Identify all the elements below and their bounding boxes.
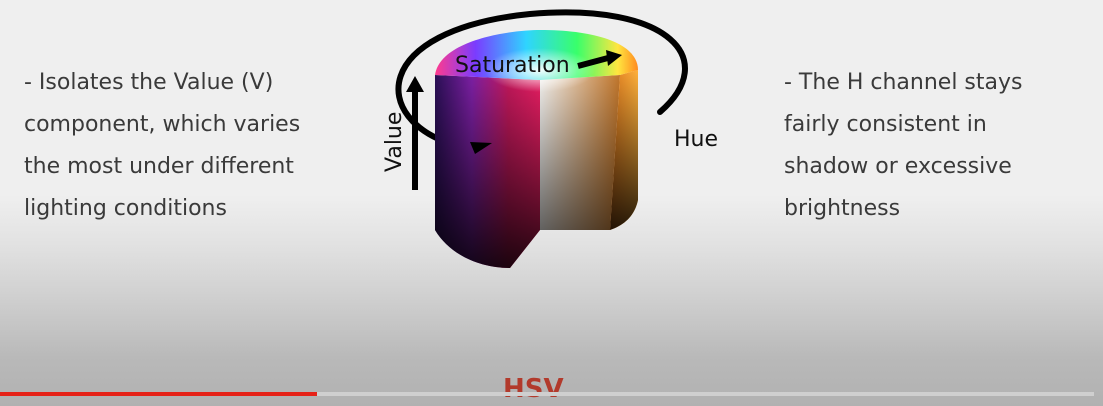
slide: - Isolates the Value (V) component, whic…: [0, 0, 1103, 406]
hsv-cylinder-diagram: Saturation Hue Value: [382, 9, 718, 268]
right-text-line: - The H channel stays: [784, 70, 1023, 95]
video-progress-played: [0, 392, 318, 396]
value-label: Value: [382, 112, 407, 172]
right-text-line: shadow or excessive: [784, 154, 1012, 179]
right-text-line: brightness: [784, 196, 901, 221]
left-bullet-text: - Isolates the Value (V) component, whic…: [24, 62, 300, 230]
hue-label: Hue: [674, 127, 718, 152]
video-progress-bar[interactable]: [0, 392, 1094, 396]
slide-caption: HSV: [503, 374, 564, 404]
left-text-line: the most under different: [24, 154, 294, 179]
right-bullet-text: - The H channel stays fairly consistent …: [784, 62, 1022, 230]
right-text-line: fairly consistent in: [784, 112, 987, 137]
saturation-label: Saturation: [455, 53, 570, 78]
value-arrowhead: [406, 76, 424, 92]
left-text-line: component, which varies: [24, 112, 301, 137]
left-text-line: lighting conditions: [24, 196, 227, 221]
left-text-line: - Isolates the Value (V): [24, 70, 274, 95]
